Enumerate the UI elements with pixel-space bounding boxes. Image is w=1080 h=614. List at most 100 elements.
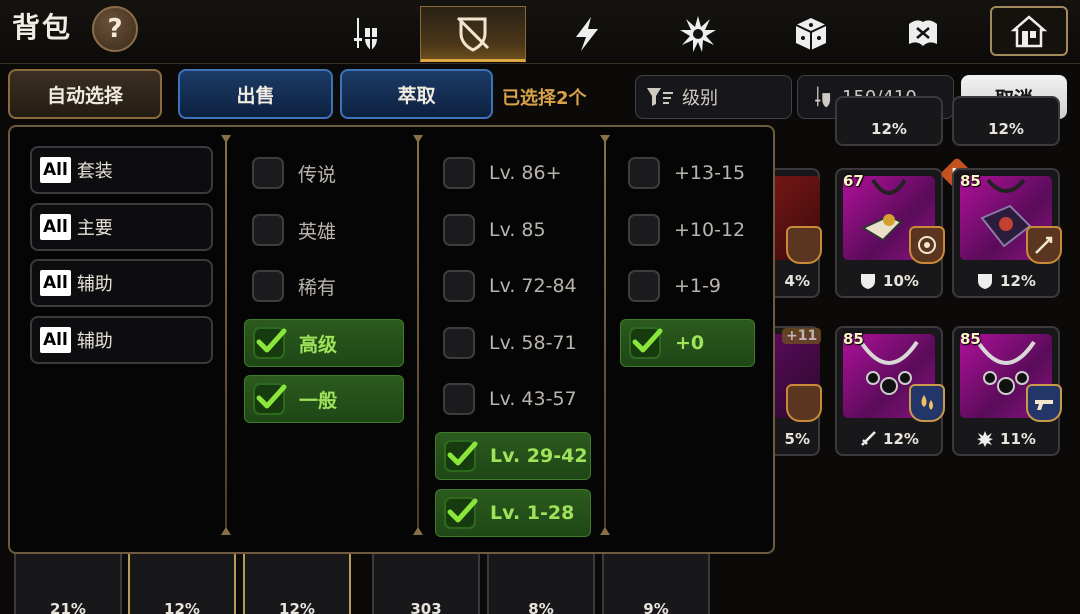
stat-value: 12% bbox=[871, 120, 907, 138]
rarity-checkbox-row[interactable]: 稀有 bbox=[244, 262, 404, 310]
rarity-checkbox-row[interactable]: 高级 bbox=[244, 319, 404, 367]
tab-equipment-armor[interactable] bbox=[420, 6, 526, 62]
checkbox[interactable] bbox=[628, 157, 660, 189]
checkbox[interactable] bbox=[253, 327, 287, 359]
rarity-label: 高级 bbox=[299, 333, 338, 356]
item-stat: 12% bbox=[837, 430, 941, 448]
inventory-item[interactable]: 85 12% bbox=[952, 168, 1062, 298]
set-badge bbox=[1026, 226, 1062, 264]
auto-select-button[interactable]: 自动选择 bbox=[8, 69, 162, 119]
set-badge bbox=[1026, 384, 1062, 422]
selected-count-text: 已选择2个 bbox=[502, 88, 587, 109]
tab-catalyst[interactable] bbox=[645, 6, 751, 62]
filter-panel: All 套装 All 主要 All 辅助 All 辅助 传说英雄稀有高级一般 L… bbox=[8, 125, 775, 554]
checkbox[interactable] bbox=[252, 157, 284, 189]
help-button[interactable]: ? bbox=[92, 6, 138, 52]
artifact-icon bbox=[909, 20, 937, 46]
target-icon bbox=[918, 236, 936, 254]
tab-material[interactable] bbox=[758, 6, 864, 62]
stat-value: 12% bbox=[883, 430, 919, 448]
inventory-item-partial[interactable]: 9% bbox=[602, 546, 710, 614]
enhance-label: +13-15 bbox=[674, 162, 746, 184]
set-filter-all-main[interactable]: All 主要 bbox=[30, 203, 213, 251]
checkbox[interactable] bbox=[443, 214, 475, 246]
item-level: 85 bbox=[960, 172, 981, 190]
level-label: Lv. 72-84 bbox=[489, 275, 577, 297]
checkbox[interactable] bbox=[443, 157, 475, 189]
enhance-label: +10-12 bbox=[674, 219, 746, 241]
set-filter-all-set[interactable]: All 套装 bbox=[30, 146, 213, 194]
column-divider bbox=[221, 135, 231, 535]
burst-icon bbox=[977, 431, 994, 447]
item-level: 67 bbox=[843, 172, 864, 190]
sword-shield-icon bbox=[815, 86, 831, 108]
checkbox[interactable] bbox=[443, 383, 475, 415]
inventory-item-partial[interactable]: 12% bbox=[128, 546, 236, 614]
checkbox[interactable] bbox=[443, 270, 475, 302]
column-divider bbox=[600, 135, 610, 535]
all-tag: All bbox=[40, 157, 71, 183]
checkmark-icon bbox=[256, 328, 287, 353]
level-checkbox-row[interactable]: Lv. 58-71 bbox=[435, 319, 591, 367]
level-label: Lv. 43-57 bbox=[489, 388, 577, 410]
storage-button[interactable] bbox=[990, 6, 1068, 56]
checkbox[interactable] bbox=[629, 327, 663, 359]
level-checkbox-row[interactable]: Lv. 1-28 bbox=[435, 489, 591, 537]
inventory-item-partial[interactable]: 8% bbox=[487, 546, 595, 614]
checkbox[interactable] bbox=[443, 327, 475, 359]
level-checkbox-row[interactable]: Lv. 86+ bbox=[435, 149, 591, 197]
enhance-checkbox-row[interactable]: +13-15 bbox=[620, 149, 755, 197]
stat-value: 9% bbox=[643, 600, 669, 614]
enhance-label: +0 bbox=[675, 332, 705, 354]
checkmark-icon bbox=[447, 441, 478, 466]
rarity-label: 一般 bbox=[299, 389, 338, 412]
sell-button[interactable]: 出售 bbox=[178, 69, 333, 119]
rarity-checkbox-row[interactable]: 英雄 bbox=[244, 206, 404, 254]
checkbox[interactable] bbox=[444, 497, 478, 529]
checkbox[interactable] bbox=[253, 383, 287, 415]
enhance-checkbox-row[interactable]: +10-12 bbox=[620, 206, 755, 254]
rarity-label: 英雄 bbox=[298, 220, 337, 243]
checkbox[interactable] bbox=[628, 270, 660, 302]
extract-button[interactable]: 萃取 bbox=[340, 69, 493, 119]
tab-skill[interactable] bbox=[534, 6, 640, 62]
stat-value: 303 bbox=[410, 600, 442, 614]
tab-equipment-weapon[interactable] bbox=[310, 6, 416, 62]
checkbox[interactable] bbox=[628, 214, 660, 246]
set-badge bbox=[786, 226, 822, 264]
checkbox[interactable] bbox=[252, 270, 284, 302]
filter-sort-icon bbox=[647, 88, 673, 106]
level-checkbox-row[interactable]: Lv. 85 bbox=[435, 206, 591, 254]
set-filter-all-sub[interactable]: All 辅助 bbox=[30, 259, 213, 307]
rarity-checkbox-row[interactable]: 传说 bbox=[244, 149, 404, 197]
inventory-item[interactable]: 67 10% bbox=[835, 168, 945, 298]
rarity-checkbox-row[interactable]: 一般 bbox=[244, 375, 404, 423]
checkbox[interactable] bbox=[252, 214, 284, 246]
rarity-label: 稀有 bbox=[298, 276, 337, 299]
enhance-checkbox-row[interactable]: +1-9 bbox=[620, 262, 755, 310]
tab-artifact[interactable] bbox=[870, 6, 976, 62]
checkmark-icon bbox=[447, 498, 478, 523]
inventory-item-partial[interactable]: 12% bbox=[243, 546, 351, 614]
lightning-icon bbox=[576, 17, 598, 51]
inventory-item-partial[interactable]: 12% bbox=[952, 96, 1060, 146]
shield-icon bbox=[861, 274, 876, 289]
checkbox[interactable] bbox=[444, 440, 478, 472]
inventory-item-partial[interactable]: 12% bbox=[835, 96, 943, 146]
checkmark-icon bbox=[256, 384, 287, 409]
stat-value: 12% bbox=[164, 600, 200, 614]
inventory-item-partial[interactable]: 303 bbox=[372, 546, 480, 614]
inventory-item[interactable]: 85 11% bbox=[952, 326, 1062, 456]
set-filter-all-sub-2[interactable]: All 辅助 bbox=[30, 316, 213, 364]
set-filter-label: 辅助 bbox=[76, 331, 113, 352]
level-label: Lv. 1-28 bbox=[490, 502, 575, 524]
enhance-checkbox-row[interactable]: +0 bbox=[620, 319, 755, 367]
level-checkbox-row[interactable]: Lv. 72-84 bbox=[435, 262, 591, 310]
level-checkbox-row[interactable]: Lv. 43-57 bbox=[435, 375, 591, 423]
level-label: Lv. 86+ bbox=[489, 162, 562, 184]
inventory-item-partial[interactable]: 21% bbox=[14, 546, 122, 614]
set-filter-label: 辅助 bbox=[76, 274, 113, 295]
level-checkbox-row[interactable]: Lv. 29-42 bbox=[435, 432, 591, 480]
sort-dropdown[interactable]: 级别 bbox=[635, 75, 792, 119]
inventory-item[interactable]: 85 12% bbox=[835, 326, 945, 456]
